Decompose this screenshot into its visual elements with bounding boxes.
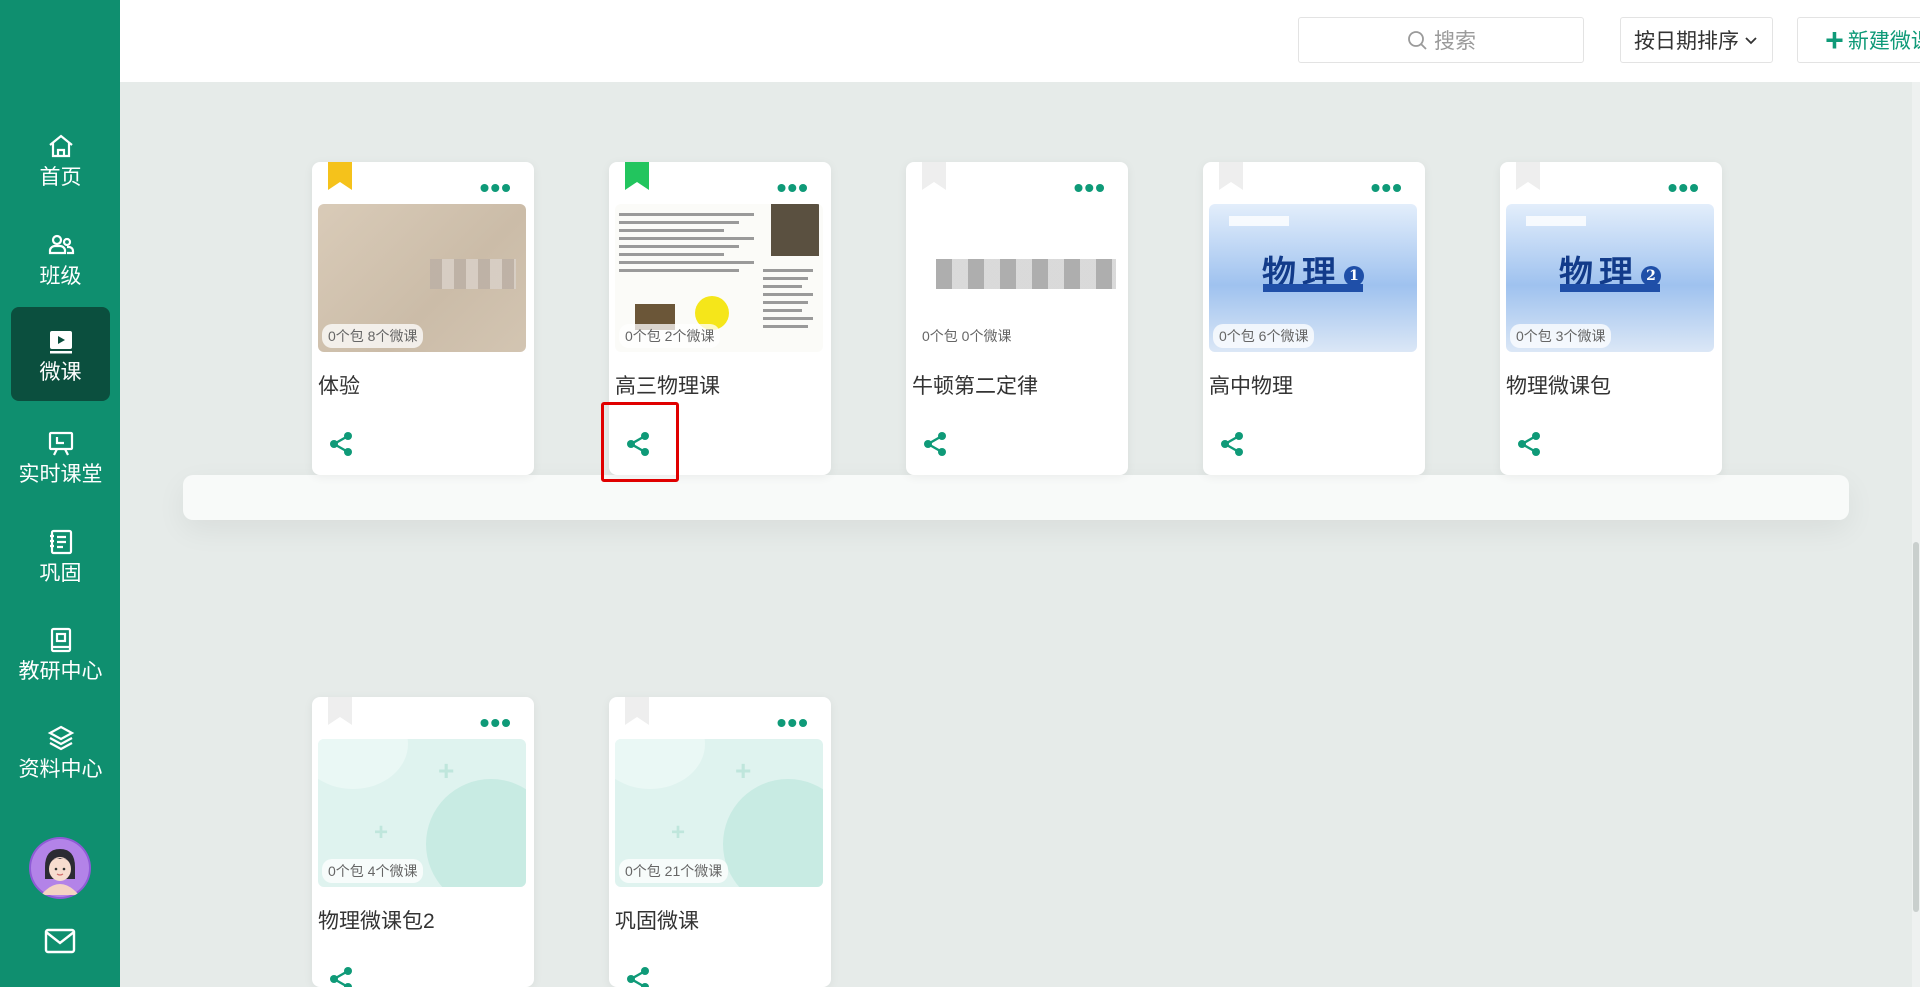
notebook-icon (46, 527, 76, 557)
plus-icon: + (1825, 22, 1844, 58)
card-counts: 0个包 2个微课 (619, 324, 721, 348)
more-options-icon[interactable]: ••• (480, 174, 512, 202)
nav-item-research[interactable]: 教研中心 (11, 606, 110, 700)
bookmark-icon[interactable] (1219, 162, 1243, 190)
topbar: 搜索 按日期排序 + 新建微课包 (120, 0, 1920, 82)
card-counts: 0个包 8个微课 (322, 324, 424, 348)
search-placeholder: 搜索 (1434, 30, 1476, 53)
card-counts: 0个包 6个微课 (1213, 324, 1315, 348)
card-title: 物理微课包2 (318, 910, 435, 933)
nav-item-class[interactable]: 班级 (11, 211, 110, 305)
card-title: 物理微课包 (1506, 375, 1611, 398)
more-options-icon[interactable]: ••• (1668, 174, 1700, 202)
cover-image: 0个包 8个微课 (318, 204, 526, 352)
more-options-icon[interactable]: ••• (1074, 174, 1106, 202)
bookmark-icon[interactable] (328, 697, 352, 725)
more-options-icon[interactable]: ••• (480, 709, 512, 737)
nav-item-resources[interactable]: 资料中心 (11, 704, 110, 798)
micro-course-card[interactable]: ••• 物理 2 0个包 3个微课 物理微课包 (1500, 162, 1722, 475)
nav-label: 微课 (39, 360, 82, 384)
shelf (183, 475, 1849, 520)
cover-volume: 2 (1641, 266, 1661, 286)
nav-label: 教研中心 (18, 659, 103, 683)
search-icon (1408, 31, 1427, 50)
bookmark-icon[interactable] (1516, 162, 1540, 190)
card-counts: 0个包 0个微课 (916, 324, 1018, 348)
cover-image: 物理 2 0个包 3个微课 (1506, 204, 1714, 352)
micro-course-card[interactable]: ••• + +0个包 4个微课物理微课包2 (312, 697, 534, 987)
more-options-icon[interactable]: ••• (777, 709, 809, 737)
card-counts: 0个包 3个微课 (1510, 324, 1612, 348)
scrollbar-thumb[interactable] (1913, 542, 1919, 912)
user-avatar[interactable] (29, 837, 91, 899)
sidebar: 首页 班级 微课 实时课堂 巩固 教研中心 资料中心 (0, 0, 120, 987)
bookmark-icon[interactable] (625, 162, 649, 190)
more-options-icon[interactable]: ••• (777, 174, 809, 202)
cover-image: 0个包 0个微课 (912, 204, 1120, 352)
share-highlight-box (601, 402, 679, 482)
nav-label: 巩固 (39, 561, 82, 585)
share-icon[interactable] (1514, 429, 1544, 459)
card-title: 高中物理 (1209, 375, 1293, 398)
bookmark-icon[interactable] (922, 162, 946, 190)
cover-volume: 1 (1344, 266, 1364, 286)
microcourse-icon (46, 326, 76, 356)
new-package-label: 新建微课包 (1847, 30, 1920, 53)
nav-item-home[interactable]: 首页 (11, 112, 110, 206)
nav-item-consolidate[interactable]: 巩固 (11, 508, 110, 602)
cover-image: 0个包 2个微课 (615, 204, 823, 352)
sort-dropdown[interactable]: 按日期排序 (1620, 17, 1773, 63)
share-icon[interactable] (623, 964, 653, 987)
cover-image: + +0个包 21个微课 (615, 739, 823, 887)
layers-icon (46, 723, 76, 753)
card-counts: 0个包 4个微课 (322, 859, 424, 883)
share-icon[interactable] (920, 429, 950, 459)
micro-course-card[interactable]: ••• 0个包 0个微课牛顿第二定律 (906, 162, 1128, 475)
bookmark-icon[interactable] (625, 697, 649, 725)
share-icon[interactable] (326, 429, 356, 459)
cover-image: 物理 1 0个包 6个微课 (1209, 204, 1417, 352)
home-icon (46, 131, 76, 161)
nav-label: 班级 (39, 264, 82, 288)
card-title: 牛顿第二定律 (912, 375, 1038, 398)
search-input[interactable]: 搜索 (1298, 17, 1584, 63)
bookmark-icon[interactable] (328, 162, 352, 190)
nav-label: 首页 (39, 165, 82, 189)
card-title: 巩固微课 (615, 910, 699, 933)
research-book-icon (46, 625, 76, 655)
share-icon[interactable] (326, 964, 356, 987)
nav-label: 资料中心 (18, 757, 103, 781)
card-counts: 0个包 21个微课 (619, 859, 729, 883)
share-icon[interactable] (1217, 429, 1247, 459)
new-package-button[interactable]: + 新建微课包 (1797, 17, 1920, 63)
nav-item-microcourse[interactable]: 微课 (11, 307, 110, 401)
card-title: 高三物理课 (615, 375, 720, 398)
micro-course-card[interactable]: ••• 物理 1 0个包 6个微课 高中物理 (1203, 162, 1425, 475)
nav-item-live-class[interactable]: 实时课堂 (11, 409, 110, 503)
nav-label: 实时课堂 (18, 462, 103, 486)
users-icon (46, 230, 76, 260)
live-class-icon (46, 428, 76, 458)
chevron-down-icon (1745, 37, 1757, 45)
sort-label: 按日期排序 (1634, 30, 1739, 53)
cover-image: + +0个包 4个微课 (318, 739, 526, 887)
mail-icon[interactable] (43, 926, 77, 956)
scrollbar[interactable] (1912, 82, 1920, 987)
more-options-icon[interactable]: ••• (1371, 174, 1403, 202)
micro-course-card[interactable]: ••• + +0个包 21个微课巩固微课 (609, 697, 831, 987)
card-title: 体验 (318, 375, 360, 398)
micro-course-card[interactable]: ••• 0个包 8个微课体验 (312, 162, 534, 475)
